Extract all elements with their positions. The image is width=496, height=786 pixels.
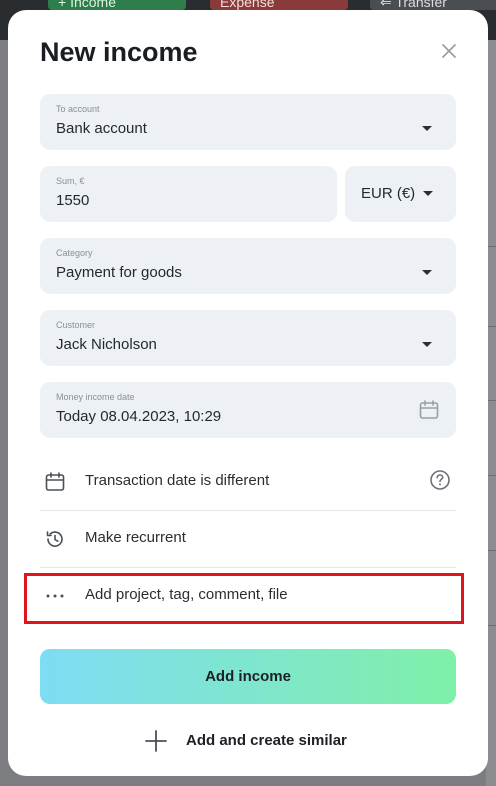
close-button[interactable] — [438, 40, 460, 62]
category-select[interactable]: Category Payment for goods — [40, 238, 456, 294]
dialog-title: New income — [40, 37, 198, 67]
chevron-down-icon — [423, 191, 433, 196]
calendar-icon[interactable] — [418, 399, 440, 421]
category-label: Category — [56, 248, 93, 258]
chevron-down-icon — [422, 270, 432, 275]
customer-label: Customer — [56, 320, 96, 330]
calendar-icon — [45, 472, 65, 491]
sum-input[interactable]: Sum, € 1550 — [40, 166, 337, 222]
highlight-box — [24, 573, 464, 624]
new-income-dialog: New income To account Bank account Sum, … — [8, 10, 488, 776]
income-date-value: Today 08.04.2023, 10:29 — [56, 408, 222, 425]
to-account-value: Bank account — [56, 120, 147, 137]
sum-value: 1550 — [56, 192, 90, 209]
sum-label: Sum, € — [56, 176, 85, 186]
history-icon — [46, 531, 63, 547]
income-date-input[interactable]: Money income date Today 08.04.2023, 10:2… — [40, 382, 456, 438]
income-date-label: Money income date — [56, 392, 135, 402]
make-recurrent-option[interactable]: Make recurrent — [40, 510, 456, 566]
make-recurrent-label: Make recurrent — [85, 529, 186, 546]
background-tab-income: + Income — [48, 0, 186, 10]
customer-select[interactable]: Customer Jack Nicholson — [40, 310, 456, 366]
background-tab-expense: Expense — [210, 0, 348, 10]
close-icon — [442, 44, 456, 58]
currency-select[interactable]: EUR (€) — [345, 166, 456, 222]
chevron-down-icon — [422, 342, 432, 347]
transaction-date-different-label: Transaction date is different — [85, 472, 270, 489]
transaction-date-different-option[interactable]: Transaction date is different — [40, 453, 456, 509]
background-tab-transfer: ⇐ Transfer — [370, 0, 496, 10]
category-value: Payment for goods — [56, 264, 182, 281]
plus-icon — [145, 730, 167, 752]
currency-value: EUR (€) — [361, 185, 416, 202]
chevron-down-icon — [422, 126, 432, 131]
to-account-label: To account — [56, 104, 100, 114]
question-circle-icon[interactable] — [429, 469, 451, 491]
add-income-button[interactable]: Add income — [40, 649, 456, 704]
to-account-select[interactable]: To account Bank account — [40, 94, 456, 150]
add-and-create-similar-label: Add and create similar — [186, 732, 347, 749]
customer-value: Jack Nicholson — [56, 336, 157, 353]
